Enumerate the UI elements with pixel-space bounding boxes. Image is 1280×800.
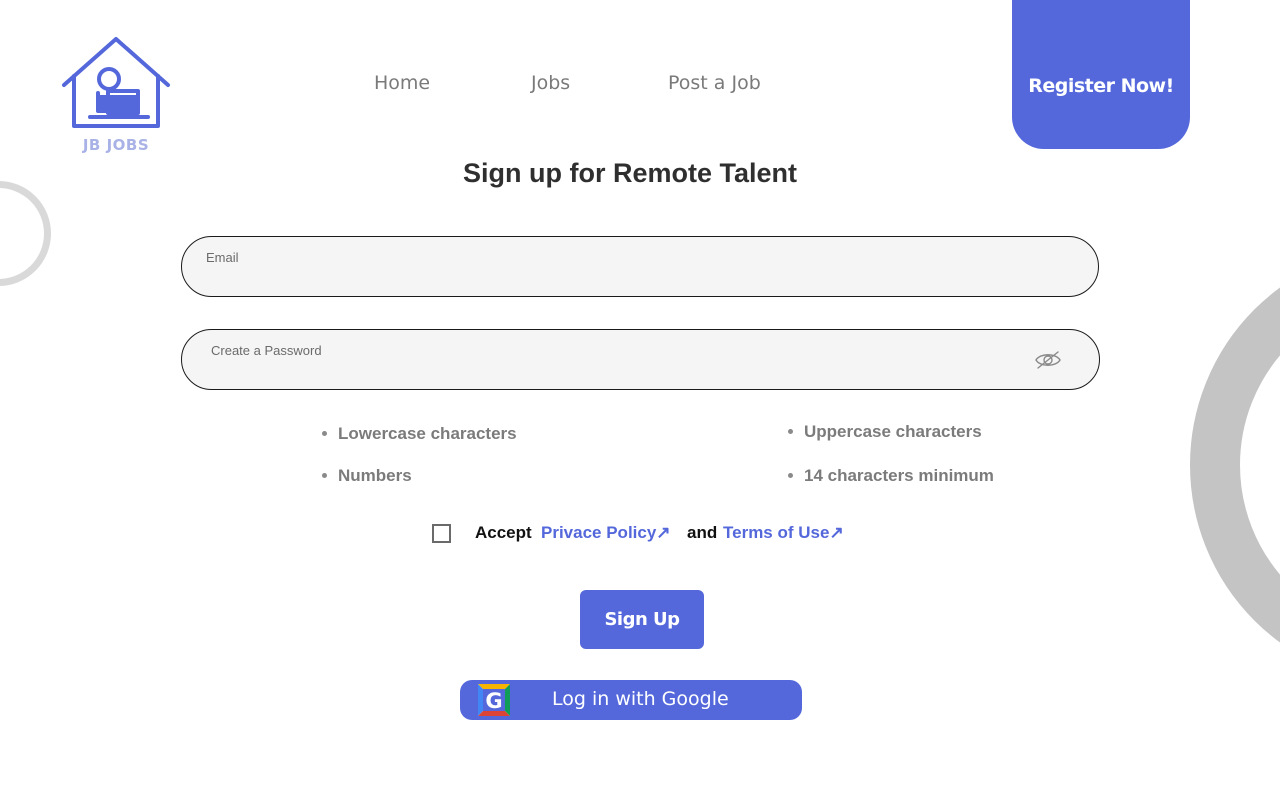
decorative-ring-right: [1190, 245, 1280, 685]
register-now-label: Register Now!: [1028, 74, 1174, 97]
brand-logo[interactable]: JB JOBS: [60, 35, 172, 160]
requirement-uppercase: Uppercase characters: [788, 422, 982, 442]
sign-up-button[interactable]: Sign Up: [580, 590, 704, 649]
google-icon: G: [478, 684, 510, 716]
requirement-min-length: 14 characters minimum: [788, 466, 994, 486]
email-input[interactable]: [206, 267, 1030, 291]
google-login-label: Log in with Google: [552, 688, 729, 710]
accept-terms-checkbox[interactable]: [432, 524, 451, 543]
nav-jobs-link[interactable]: Jobs: [531, 72, 570, 94]
register-now-button[interactable]: Register Now!: [1012, 0, 1190, 149]
logo-text: JB JOBS: [82, 136, 150, 154]
terms-of-use-link[interactable]: Terms of Use↗: [723, 523, 844, 543]
password-label: Create a Password: [211, 343, 322, 358]
svg-text:G: G: [485, 689, 502, 713]
bullet-icon: [788, 429, 793, 435]
accept-label: Accept: [475, 523, 532, 542]
requirement-uppercase-text: Uppercase characters: [804, 422, 982, 441]
decorative-ring-left: [0, 181, 51, 286]
and-label: and: [687, 523, 718, 542]
bullet-icon: [322, 473, 327, 479]
house-logo-icon: [62, 37, 170, 128]
requirement-numbers: Numbers: [322, 466, 412, 486]
email-field[interactable]: Email: [181, 236, 1099, 297]
requirement-min-length-text: 14 characters minimum: [804, 466, 994, 485]
password-field[interactable]: Create a Password: [181, 329, 1100, 390]
page-title: Sign up for Remote Talent: [462, 158, 797, 188]
requirement-lowercase: Lowercase characters: [322, 424, 517, 444]
signup-page: JB JOBS Home Jobs Post a Job Register No…: [0, 0, 1280, 800]
nav-home-link[interactable]: Home: [374, 72, 430, 94]
bullet-icon: [788, 473, 793, 479]
sign-up-label: Sign Up: [604, 609, 680, 630]
email-label: Email: [206, 250, 239, 265]
bullet-icon: [322, 431, 327, 437]
requirement-lowercase-text: Lowercase characters: [338, 424, 517, 443]
eye-slash-icon[interactable]: [1034, 349, 1062, 371]
privacy-policy-link[interactable]: Privace Policy↗: [541, 523, 671, 543]
requirement-numbers-text: Numbers: [338, 466, 412, 485]
google-login-button[interactable]: G Log in with Google: [460, 680, 802, 720]
nav-post-job-link[interactable]: Post a Job: [668, 72, 761, 94]
password-input[interactable]: [206, 360, 1030, 384]
